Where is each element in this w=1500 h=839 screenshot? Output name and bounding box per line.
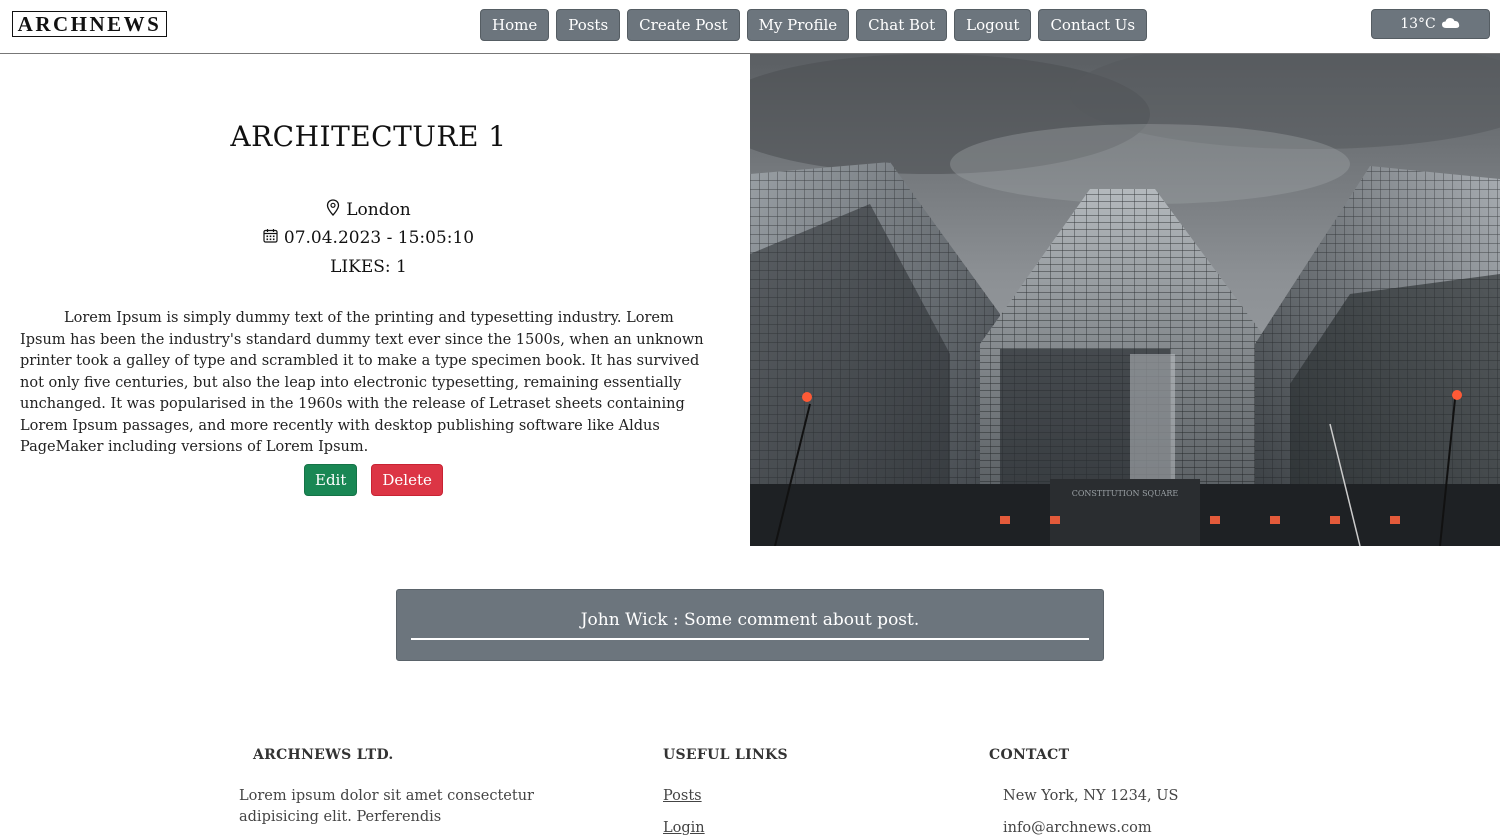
calendar-icon <box>263 228 278 248</box>
post-datetime: 07.04.2023 - 15:05:10 <box>0 228 737 248</box>
footer-company-text: Lorem ipsum dolor sit amet consectetur a… <box>239 788 534 825</box>
post-likes: LIKES: 1 <box>0 257 737 277</box>
post-title: ARCHITECTURE 1 <box>230 120 507 153</box>
weather-widget: 13°C <box>1371 9 1490 39</box>
nav-links: Home Posts Create Post My Profile Chat B… <box>480 9 1148 41</box>
comment-text: John Wick : Some comment about post. <box>580 610 920 630</box>
footer-contact-list: New York, NY 1234, US info@archnews.com <box>1003 786 1178 839</box>
cloud-icon <box>1441 16 1461 33</box>
footer-links-list: Posts Login <box>663 786 705 839</box>
nav-logout-button[interactable]: Logout <box>954 9 1032 41</box>
footer-links-heading: USEFUL LINKS <box>663 747 788 763</box>
nav-chat-bot-button[interactable]: Chat Bot <box>856 9 948 41</box>
location-text: London <box>346 200 411 220</box>
nav-contact-us-button[interactable]: Contact Us <box>1038 9 1148 41</box>
nav-my-profile-button[interactable]: My Profile <box>746 9 850 41</box>
edit-button[interactable]: Edit <box>304 464 358 496</box>
post-image: CONSTITUTION SQUARE <box>750 54 1500 546</box>
weather-temperature: 13°C <box>1400 16 1436 32</box>
footer-contact-address: New York, NY 1234, US <box>1003 788 1179 804</box>
footer-contact-heading: CONTACT <box>989 747 1070 763</box>
footer-link-posts[interactable]: Posts <box>663 786 705 807</box>
footer-contact-email[interactable]: info@archnews.com <box>1003 818 1178 839</box>
site-logo[interactable]: ARCHNEWS <box>12 11 167 37</box>
post-location: London <box>0 199 737 221</box>
footer-company-heading: ARCHNEWS LTD. <box>253 747 394 763</box>
navbar: ARCHNEWS Home Posts Create Post My Profi… <box>0 0 1500 54</box>
nav-posts-button[interactable]: Posts <box>556 9 621 41</box>
post-actions: Edit Delete <box>304 464 443 496</box>
nav-home-button[interactable]: Home <box>480 9 550 41</box>
footer-link-login[interactable]: Login <box>663 818 705 839</box>
nav-create-post-button[interactable]: Create Post <box>627 9 740 41</box>
likes-count: LIKES: 1 <box>330 257 407 277</box>
comment-card: John Wick : Some comment about post. <box>396 589 1104 661</box>
delete-button[interactable]: Delete <box>371 464 443 496</box>
comment-divider <box>411 638 1089 640</box>
datetime-text: 07.04.2023 - 15:05:10 <box>283 228 475 248</box>
building-sign: CONSTITUTION SQUARE <box>1072 489 1179 498</box>
location-pin-icon <box>326 199 340 221</box>
post-body: Lorem Ipsum is simply dummy text of the … <box>20 310 704 455</box>
